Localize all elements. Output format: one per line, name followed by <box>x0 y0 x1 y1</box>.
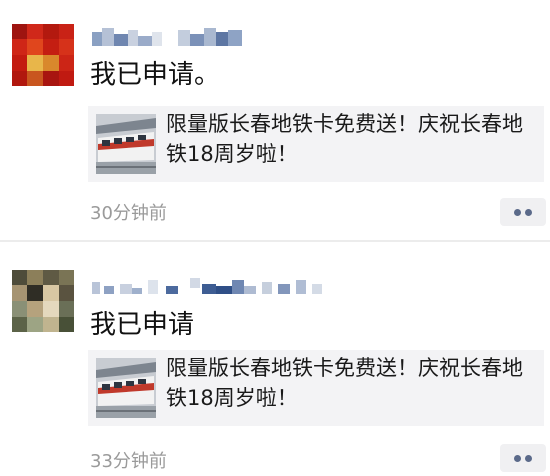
comment-text: 我已申请。 <box>90 60 221 90</box>
subway-train-thumbnail <box>96 114 156 174</box>
avatar[interactable] <box>12 24 74 86</box>
shared-link-title: 限量版长春地铁卡免费送！庆祝长春地铁18周岁啦！ <box>166 356 523 410</box>
shared-link-title: 限量版长春地铁卡免费送！庆祝长春地铁18周岁啦！ <box>166 112 523 166</box>
more-dots-icon <box>525 455 532 462</box>
more-dots-icon <box>514 455 521 462</box>
shared-link-card[interactable]: 限量版长春地铁卡免费送！庆祝长春地铁18周岁啦！ <box>88 106 544 182</box>
moment-comment-1: 我已申请。 限量版长春地铁卡免费送！庆祝长春地铁18周岁啦！ 30分钟前 <box>0 0 550 240</box>
timestamp: 30分钟前 <box>90 203 167 224</box>
subway-train-thumbnail <box>96 358 156 418</box>
moment-comment-2: 我已申请 限量版长春地铁卡免费送！庆祝长春地铁18周岁啦！ 33分钟前 <box>0 242 550 476</box>
username-blurred[interactable] <box>92 24 252 54</box>
shared-link-card[interactable]: 限量版长春地铁卡免费送！庆祝长春地铁18周岁啦！ <box>88 350 544 426</box>
more-dots-icon <box>525 209 532 216</box>
comment-text: 我已申请 <box>90 310 195 340</box>
avatar[interactable] <box>12 270 74 332</box>
more-options-button[interactable] <box>500 444 546 472</box>
timestamp: 33分钟前 <box>90 451 167 472</box>
username-blurred[interactable] <box>92 272 332 302</box>
more-options-button[interactable] <box>500 198 546 226</box>
more-dots-icon <box>514 209 521 216</box>
